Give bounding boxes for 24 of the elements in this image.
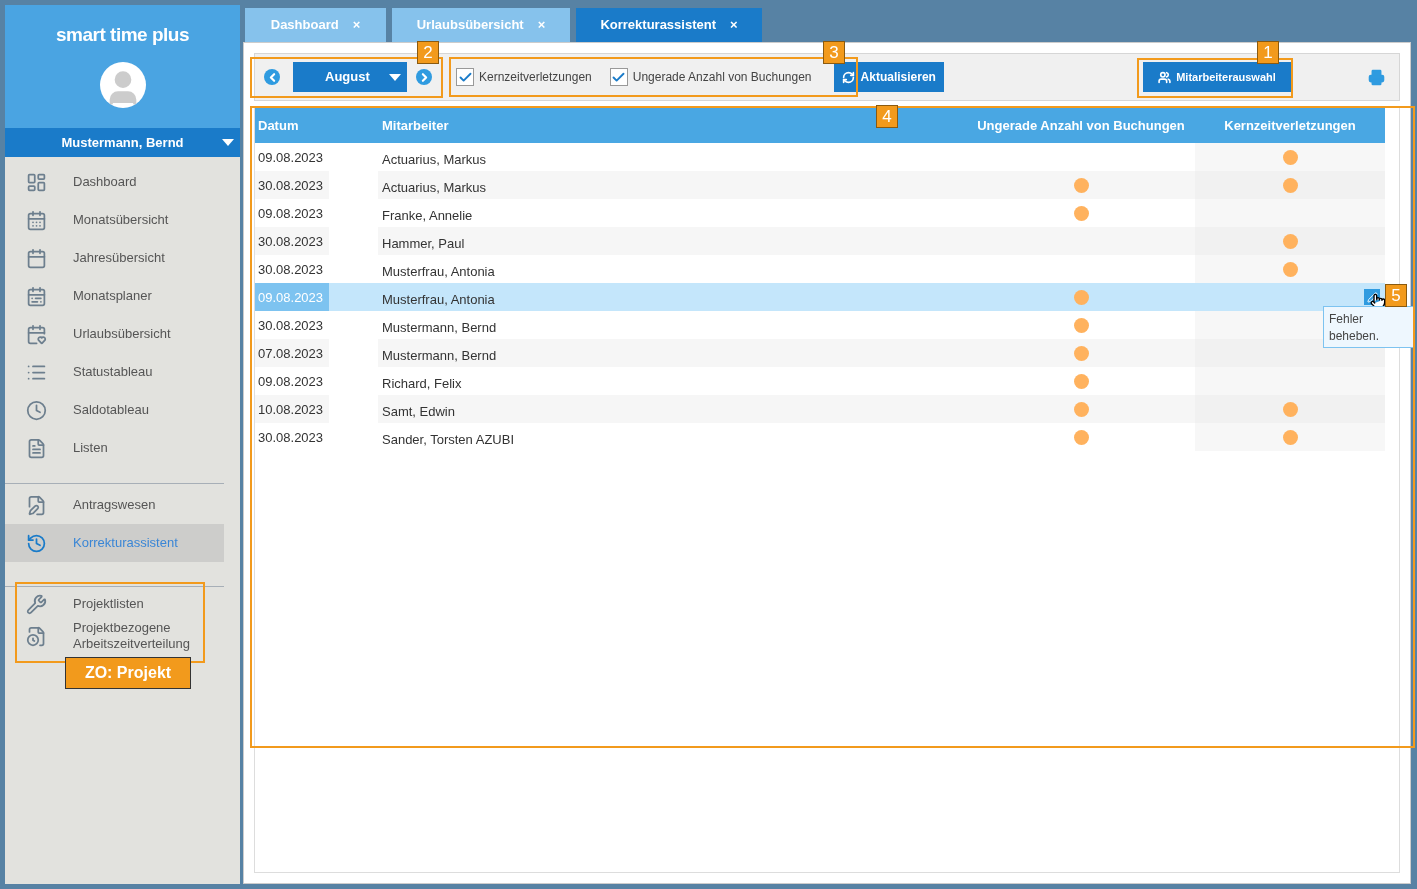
callout-number: 3: [823, 41, 845, 64]
column-header: Datum: [257, 116, 300, 135]
checkbox-label: Kernzeitverletzungen: [479, 69, 592, 86]
column-header: Mitarbeiter: [382, 117, 449, 133]
column-header: Ungerade Anzahl von Buchungen: [976, 116, 1186, 135]
callout-number: 4: [876, 105, 898, 128]
callout-number: 1: [1257, 41, 1279, 64]
table-cell-text: Musterfrau, Antonia: [381, 291, 496, 309]
column-header: Kernzeitverletzungen: [1223, 116, 1357, 135]
tooltip: Fehler beheben.: [1323, 306, 1415, 348]
table-cell: 09.08.2023: [255, 283, 329, 311]
table-cell: Hammer, Paul: [378, 227, 967, 255]
table-cell: 07.08.2023: [255, 339, 329, 367]
app-title: smart time plus: [56, 23, 189, 47]
callout-label: ZO: Projekt: [65, 657, 191, 689]
table-cell: 30.08.2023: [255, 227, 329, 255]
table-cell: Samt, Edwin: [378, 395, 967, 423]
callout-number: 5: [1385, 284, 1407, 307]
table-cell: Actuarius, Markus: [378, 171, 967, 199]
checkbox-label: Ungerade Anzahl von Buchungen: [632, 69, 812, 86]
callout-number: 2: [417, 41, 439, 64]
table-cell: 30.08.2023: [255, 171, 329, 199]
table-cell: Mustermann, Bernd: [378, 339, 967, 367]
table-cell: 10.08.2023: [255, 395, 329, 423]
